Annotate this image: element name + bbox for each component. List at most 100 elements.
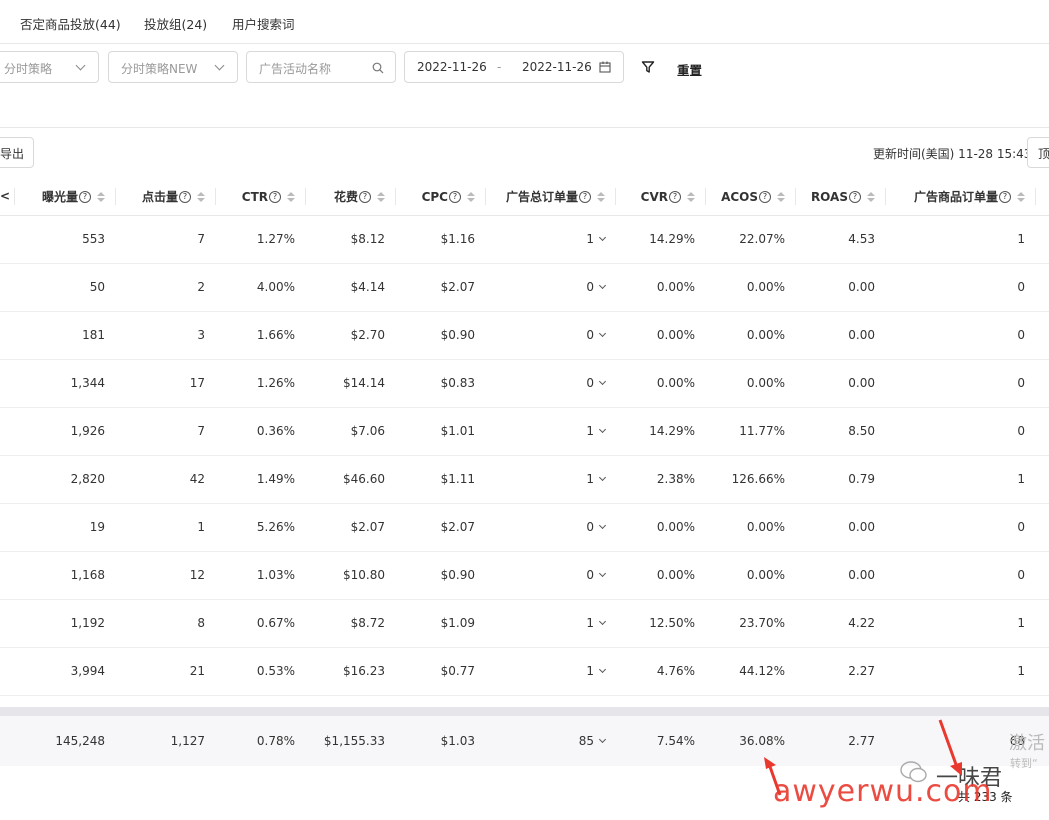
chevron-down-icon[interactable]: [598, 569, 607, 578]
col-total-ad-orders[interactable]: 广告总订单量?: [485, 178, 615, 215]
strategy-new-select[interactable]: 分时策略NEW: [108, 51, 238, 83]
col-roas[interactable]: ROAS?: [795, 178, 885, 215]
help-icon[interactable]: ?: [79, 190, 91, 203]
col-cvr[interactable]: CVR?: [615, 178, 705, 215]
chevron-down-icon[interactable]: [598, 473, 607, 482]
table-header: < 曝光量? 点击量? CTR? 花费? CPC? 广告总订单量? CVR? A…: [0, 178, 1049, 216]
chevron-down-icon[interactable]: [598, 521, 607, 530]
cell-value: 2.77: [848, 734, 875, 748]
date-end[interactable]: 2022-11-26: [522, 60, 592, 74]
col-acos[interactable]: ACOS?: [705, 178, 795, 215]
cell-value: 2.27: [848, 664, 875, 678]
cell-value: 50: [89, 280, 105, 294]
cell-value: $0.77: [440, 664, 475, 678]
col-cpc[interactable]: CPC?: [395, 178, 485, 215]
help-icon[interactable]: ?: [849, 190, 861, 203]
cell-roas: 2.27: [795, 648, 875, 695]
cell-spend: $1,155.33: [305, 716, 385, 766]
help-icon[interactable]: ?: [449, 190, 461, 203]
cell-total-ad-orders[interactable]: 0: [485, 552, 607, 599]
cell-total-ad-orders[interactable]: 0: [485, 312, 607, 359]
help-icon[interactable]: ?: [579, 190, 591, 203]
col-ctr[interactable]: CTR?: [215, 178, 305, 215]
sort-icon[interactable]: [287, 191, 295, 202]
col-ad-product-orders[interactable]: 广告商品订单量?: [885, 178, 1035, 215]
help-icon[interactable]: ?: [269, 190, 281, 203]
calendar-icon: [599, 61, 611, 73]
sort-icon[interactable]: [777, 191, 785, 202]
sort-icon[interactable]: [1017, 191, 1025, 202]
cell-spend: $7.06: [305, 408, 385, 455]
cell-value: $2.07: [440, 520, 475, 534]
chevron-down-icon[interactable]: [598, 735, 607, 744]
col-spend[interactable]: 花费?: [305, 178, 395, 215]
cell-clicks: 1,127: [115, 716, 205, 766]
strategy-select[interactable]: 分时策略: [0, 51, 99, 83]
cell-value: 0.00%: [746, 520, 785, 534]
cell-total-ad-orders[interactable]: 1: [485, 216, 607, 263]
chevron-down-icon[interactable]: [598, 377, 607, 386]
help-icon[interactable]: ?: [669, 190, 681, 203]
cell-total-ad-orders[interactable]: 1: [485, 408, 607, 455]
cell-roas: 0.00: [795, 312, 875, 359]
cell-total-ad-orders[interactable]: 1: [485, 600, 607, 647]
cell-value: $1.11: [440, 472, 475, 486]
date-start[interactable]: 2022-11-26: [417, 60, 487, 74]
cell-impressions: 3,994: [15, 648, 105, 695]
help-icon[interactable]: ?: [759, 190, 771, 203]
top-button[interactable]: 顶: [1027, 137, 1049, 168]
campaign-search-input[interactable]: 广告活动名称: [246, 51, 396, 83]
cell-value: 14.29%: [649, 232, 695, 246]
cell-value: 181: [82, 328, 105, 342]
sort-icon[interactable]: [197, 191, 205, 202]
export-button[interactable]: 导出: [0, 137, 34, 168]
sort-icon[interactable]: [687, 191, 695, 202]
date-range-picker[interactable]: 2022-11-26 - 2022-11-26: [404, 51, 624, 83]
chevron-down-icon[interactable]: [598, 617, 607, 626]
cell-acos: 23.70%: [705, 600, 785, 647]
reset-button[interactable]: 重置: [677, 60, 702, 79]
cell-total-ad-orders[interactable]: 0: [485, 264, 607, 311]
chevron-down-icon[interactable]: [598, 329, 607, 338]
cell-value: 1.49%: [256, 472, 295, 486]
sort-icon[interactable]: [377, 191, 385, 202]
site-watermark: awyerwu.com: [773, 774, 993, 809]
filter-icon[interactable]: [641, 60, 655, 74]
help-icon[interactable]: ?: [179, 190, 191, 203]
cell-spend: $10.80: [305, 552, 385, 599]
help-icon[interactable]: ?: [999, 190, 1011, 203]
cell-total-ad-orders[interactable]: 0: [485, 504, 607, 551]
sort-icon[interactable]: [97, 191, 105, 202]
cell-value: 0: [1017, 568, 1025, 582]
cell-total-ad-orders[interactable]: 0: [485, 360, 607, 407]
cell-impressions: 181: [15, 312, 105, 359]
cell-clicks: 2: [115, 264, 205, 311]
table-row: 3,994 21 0.53% $16.23 $0.77 1 4.76% 44.12% 2.27 1: [0, 648, 1049, 696]
cell-value: 1: [586, 424, 594, 438]
col-clicks[interactable]: 点击量?: [115, 178, 215, 215]
tab-search-terms[interactable]: 用户搜索词: [232, 14, 295, 33]
cell-value: 0.36%: [256, 424, 295, 438]
tab-negative-product-targeting[interactable]: 否定商品投放(44): [20, 14, 121, 33]
cell-acos: 0.00%: [705, 552, 785, 599]
chevron-down-icon[interactable]: [598, 281, 607, 290]
cell-roas: 4.22: [795, 600, 875, 647]
chevron-down-icon[interactable]: [598, 425, 607, 434]
cell-ctr: 4.00%: [215, 264, 295, 311]
cell-total-ad-orders[interactable]: 1: [485, 456, 607, 503]
cell-value: 2: [197, 280, 205, 294]
cell-value: 1,168: [70, 568, 105, 582]
col-impressions[interactable]: 曝光量?: [15, 178, 115, 215]
chevron-down-icon[interactable]: [598, 665, 607, 674]
cell-total-ad-orders[interactable]: 85: [485, 716, 607, 766]
chevron-down-icon[interactable]: [598, 233, 607, 242]
help-icon[interactable]: ?: [359, 190, 371, 203]
tab-ad-groups[interactable]: 投放组(24): [144, 14, 207, 33]
cell-total-ad-orders[interactable]: 1: [485, 648, 607, 695]
sort-icon[interactable]: [467, 191, 475, 202]
cell-impressions: 1,926: [15, 408, 105, 455]
search-icon[interactable]: [372, 62, 384, 74]
sort-icon[interactable]: [867, 191, 875, 202]
sort-icon[interactable]: [597, 191, 605, 202]
cell-ctr: 1.27%: [215, 216, 295, 263]
